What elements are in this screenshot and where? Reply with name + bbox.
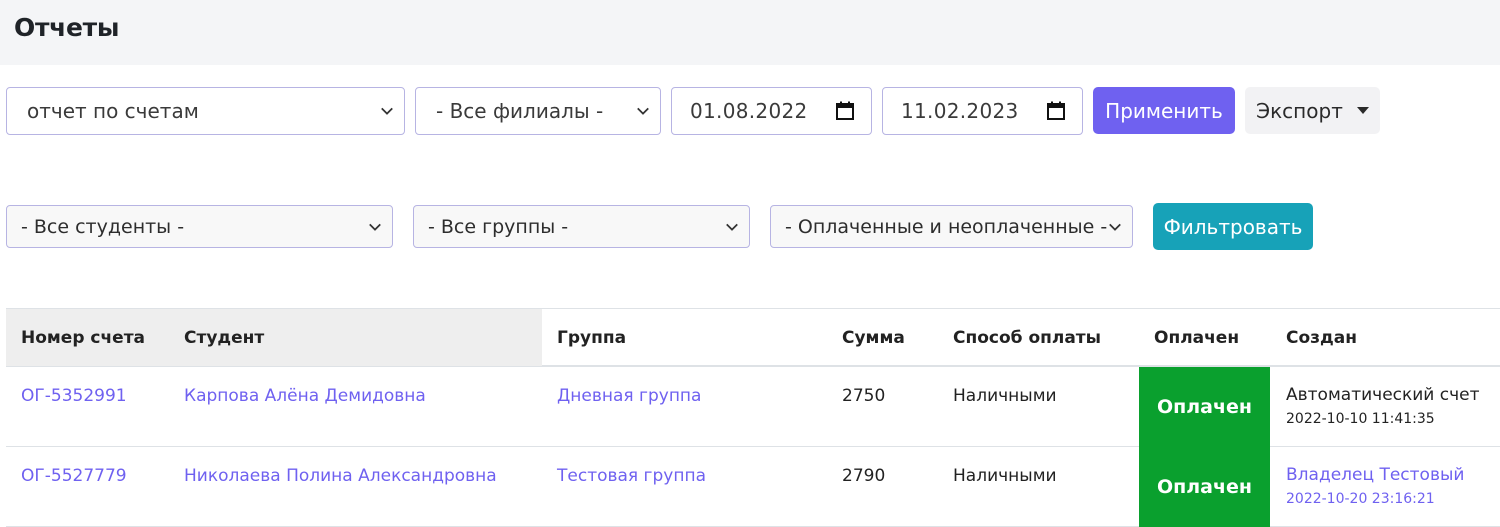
column-header-paid[interactable]: Оплачен	[1154, 328, 1239, 348]
payment-method-cell: Наличными	[953, 386, 1057, 406]
column-header-group[interactable]: Группа	[557, 328, 626, 348]
created-by-text: Автоматический счет	[1286, 385, 1480, 405]
date-to-value: 11.02.2023	[901, 99, 1019, 123]
created-at-text: 2022-10-20 23:16:21	[1286, 491, 1435, 507]
created-by-link[interactable]: Владелец Тестовый	[1286, 465, 1464, 485]
amount-cell: 2750	[842, 386, 886, 406]
paid-status-badge: Оплачен	[1139, 367, 1270, 447]
chevron-down-icon	[726, 223, 738, 231]
column-header-payment-method[interactable]: Способ оплаты	[953, 328, 1101, 348]
column-header-amount[interactable]: Сумма	[842, 328, 905, 348]
chevron-down-icon	[637, 107, 649, 115]
created-cell: Автоматический счет 2022-10-10 11:41:35	[1286, 385, 1480, 427]
date-from-value: 01.08.2022	[690, 99, 808, 123]
student-link[interactable]: Николаева Полина Александровна	[184, 466, 497, 486]
student-link[interactable]: Карпова Алёна Демидовна	[184, 386, 426, 406]
branch-value: - Все филиалы -	[436, 99, 604, 123]
report-type-select[interactable]: отчет по счетам	[6, 87, 405, 135]
created-cell: Владелец Тестовый 2022-10-20 23:16:21	[1286, 465, 1464, 507]
calendar-icon[interactable]	[1046, 101, 1066, 121]
groups-select[interactable]: - Все группы -	[413, 205, 750, 248]
export-dropdown-button[interactable]: Экспорт	[1245, 87, 1380, 134]
payment-status-select[interactable]: - Оплаченные и неоплаченные -	[770, 205, 1133, 248]
chevron-down-icon	[1109, 223, 1121, 231]
group-link[interactable]: Тестовая группа	[557, 466, 706, 486]
chevron-down-icon	[381, 107, 393, 115]
students-value: - Все студенты -	[21, 215, 185, 238]
column-header-created[interactable]: Создан	[1286, 328, 1357, 348]
chevron-down-icon	[369, 223, 381, 231]
paid-status-badge: Оплачен	[1139, 447, 1270, 527]
caret-down-icon	[1356, 107, 1369, 114]
calendar-icon[interactable]	[835, 101, 855, 121]
table-row: ОГ-5527779 Николаева Полина Александровн…	[6, 447, 1500, 527]
table-header: Номер счета Студент Группа Сумма Способ …	[6, 308, 1500, 367]
amount-cell: 2790	[842, 466, 886, 486]
students-select[interactable]: - Все студенты -	[6, 205, 393, 248]
payment-method-cell: Наличными	[953, 466, 1057, 486]
export-label: Экспорт	[1256, 98, 1343, 123]
page-title: Отчеты	[14, 13, 120, 42]
group-link[interactable]: Дневная группа	[557, 386, 701, 406]
created-at-text: 2022-10-10 11:41:35	[1286, 411, 1435, 427]
column-header-student[interactable]: Студент	[184, 328, 264, 348]
date-to-input[interactable]: 11.02.2023	[882, 87, 1083, 135]
payment-status-value: - Оплаченные и неоплаченные -	[785, 215, 1108, 238]
invoice-number-link[interactable]: ОГ-5352991	[21, 386, 127, 406]
table-row: ОГ-5352991 Карпова Алёна Демидовна Дневн…	[6, 367, 1500, 447]
report-type-value: отчет по счетам	[27, 99, 199, 123]
page-header: Отчеты	[0, 0, 1500, 65]
column-header-invoice[interactable]: Номер счета	[21, 328, 145, 348]
groups-value: - Все группы -	[428, 215, 569, 238]
filter-button[interactable]: Фильтровать	[1153, 203, 1313, 250]
branch-select[interactable]: - Все филиалы -	[415, 87, 661, 135]
date-from-input[interactable]: 01.08.2022	[671, 87, 872, 135]
invoice-number-link[interactable]: ОГ-5527779	[21, 466, 127, 486]
apply-button[interactable]: Применить	[1093, 87, 1235, 134]
